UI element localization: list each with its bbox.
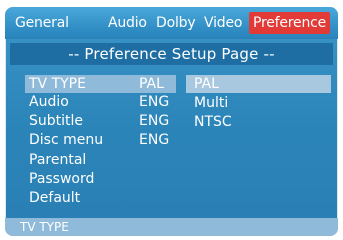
tab-preference[interactable]: Preference	[249, 12, 331, 34]
tab-audio[interactable]: Audio	[108, 12, 147, 34]
tab-video[interactable]: Video	[204, 12, 242, 34]
menu-item-default[interactable]: Default	[5, 189, 338, 207]
menu-item-value: ENG	[139, 113, 170, 129]
menu-item-label: Subtitle	[29, 113, 84, 129]
menu-item-label: Default	[29, 190, 81, 206]
menu-item-label: Disc menu	[29, 132, 104, 148]
menu-item-value: ENG	[139, 132, 170, 148]
menu-item-label: Audio	[29, 94, 69, 110]
option-multi[interactable]: Multi	[186, 94, 331, 112]
menu-item-label: Password	[29, 171, 95, 187]
page-header: -- Preference Setup Page --	[10, 43, 333, 65]
tab-general[interactable]: General	[15, 12, 69, 34]
option-pal[interactable]: PAL	[186, 75, 331, 93]
page-title: -- Preference Setup Page --	[68, 45, 275, 63]
menu-item-label: TV TYPE	[29, 76, 86, 92]
menu-item-parental[interactable]: Parental	[5, 151, 338, 169]
status-bar: TV TYPE	[5, 218, 338, 236]
tv-type-options: PAL Multi NTSC	[186, 75, 331, 135]
setup-window-frame: General Audio Dolby Video Preference -- …	[0, 0, 343, 240]
preference-menu: TV TYPE PAL Audio ENG Subtitle ENG Disc …	[5, 65, 338, 236]
menu-item-value: PAL	[139, 76, 164, 92]
menu-item-password[interactable]: Password	[5, 170, 338, 188]
menu-item-label: Parental	[29, 152, 87, 168]
setup-screen: General Audio Dolby Video Preference -- …	[5, 7, 338, 236]
tab-dolby[interactable]: Dolby	[156, 12, 196, 34]
option-ntsc[interactable]: NTSC	[186, 113, 331, 131]
menu-item-value: ENG	[139, 94, 170, 110]
status-text: TV TYPE	[20, 220, 69, 234]
tab-bar: General Audio Dolby Video Preference	[5, 7, 338, 39]
